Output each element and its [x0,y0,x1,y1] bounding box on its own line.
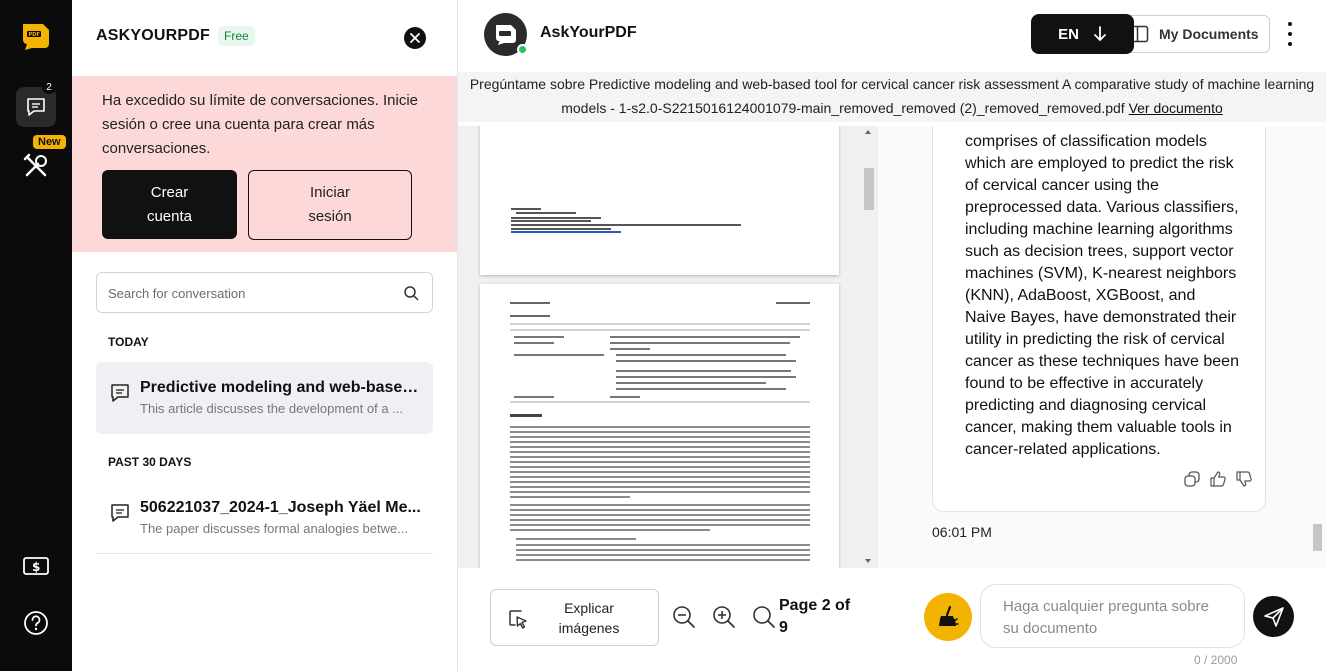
search-document-icon[interactable] [752,605,776,629]
assistant-message-text: comprises of classification models which… [965,133,1239,458]
arrow-down-icon [1094,26,1106,41]
chat-scroll-thumb[interactable] [1313,524,1322,551]
login-button[interactable]: Iniciar sesión [248,170,412,240]
more-options-icon[interactable] [1285,22,1295,46]
zoom-out-icon[interactable] [672,605,696,629]
app-window: PDF 2 New $ ASKYOURPDF Free Ha excedido … [0,0,1326,671]
my-documents-label: My Documents [1159,26,1259,42]
question-input-box [980,584,1245,648]
plan-badge: Free [218,26,255,46]
conversations-sidebar: ASKYOURPDF Free Ha excedido su límite de… [72,0,458,671]
chat-thread: comprises of classification models which… [878,126,1326,568]
online-status-dot [517,44,528,55]
my-documents-button[interactable]: My Documents [1114,15,1270,53]
conversation-summary: This article discusses the development o… [140,401,404,416]
pdf-page-1 [480,126,839,275]
new-badge: New [33,135,66,149]
pdf-page-2 [480,284,839,568]
explain-images-label: Explicar imágenes [558,600,620,636]
pdf-page-content [511,208,741,233]
pdf-scrollbar[interactable] [861,126,875,568]
limit-alert: Ha excedido su límite de conversaciones.… [72,76,457,252]
copy-icon[interactable] [1183,470,1201,488]
assistant-message: comprises of classification models which… [932,126,1266,512]
question-input[interactable] [1003,596,1213,640]
limit-alert-message: Ha excedido su límite de conversaciones.… [102,92,418,157]
icon-rail: PDF 2 New $ [0,0,72,671]
brand-name: ASKYOURPDF [96,27,211,44]
broom-icon [939,605,959,626]
thumbs-up-icon[interactable] [1209,470,1227,488]
conversation-title: 506221037_2024-1_Joseph Yäel Me... [140,499,421,516]
clear-chat-button[interactable] [924,593,972,641]
help-button[interactable] [22,609,50,637]
language-button[interactable]: EN [1031,14,1134,54]
document-banner: Pregúntame sobre Predictive modeling and… [458,72,1326,122]
pdf-scroll-thumb[interactable] [864,168,874,210]
chat-bubble-icon [111,384,129,402]
zoom-in-icon[interactable] [712,605,736,629]
pricing-button[interactable]: $ [22,555,50,577]
svg-text:PDF: PDF [29,32,40,38]
top-bar: AskYourPDF My Documents EN [458,0,1326,68]
view-document-link[interactable]: Ver documento [1129,100,1223,116]
message-timestamp: 06:01 PM [932,524,992,540]
conversations-count-badge: 2 [42,80,56,94]
chat-scrollbar[interactable] [1310,126,1324,568]
conversation-search [96,272,433,313]
page-indicator: Page 2 of 9 [779,597,851,636]
group-label-past-30-days: PAST 30 DAYS [108,455,192,469]
language-label: EN [1058,25,1079,43]
group-label-today: TODAY [108,335,149,349]
search-icon[interactable] [403,285,419,301]
message-actions [1183,470,1253,488]
conversation-summary: The paper discusses formal analogies bet… [140,521,409,536]
search-input[interactable] [108,283,388,303]
conversation-title: Predictive modeling and web-based t... [140,379,422,396]
chat-bubble-icon [27,98,45,116]
document-chat-panel: AskYourPDF My Documents EN Pregúntame so… [458,0,1326,671]
pdf-viewer[interactable] [458,126,878,568]
help-circle-icon [24,611,48,635]
close-icon [410,33,420,43]
send-icon [1263,606,1284,627]
divider [96,553,433,554]
thumbs-down-icon[interactable] [1235,470,1253,488]
pdf-page-content [510,302,810,561]
character-counter: 0 / 2000 [1194,653,1238,667]
bot-avatar [484,13,528,56]
conversation-item[interactable]: 506221037_2024-1_Joseph Yäel Me... The p… [96,482,433,554]
explain-images-button[interactable]: Explicar imágenes [490,589,659,646]
sidebar-header: ASKYOURPDF Free [96,26,255,46]
pdf-bot-icon [495,24,516,45]
money-icon: $ [23,557,49,575]
bottom-toolbar: Explicar imágenes Page 2 of 9 Haga cualq… [458,568,1326,671]
conversation-item[interactable]: Predictive modeling and web-based t... T… [96,362,433,434]
tools-icon [23,153,47,177]
send-button[interactable] [1253,596,1294,637]
tools-button[interactable] [22,152,50,180]
create-account-button[interactable]: Crear cuenta [102,170,237,239]
chat-bubble-icon [111,504,129,522]
svg-text:$: $ [32,560,40,574]
app-name: AskYourPDF [540,24,637,41]
askyourpdf-logo-icon[interactable]: PDF [20,20,52,50]
image-select-icon [509,610,527,629]
close-sidebar-button[interactable] [404,27,426,49]
